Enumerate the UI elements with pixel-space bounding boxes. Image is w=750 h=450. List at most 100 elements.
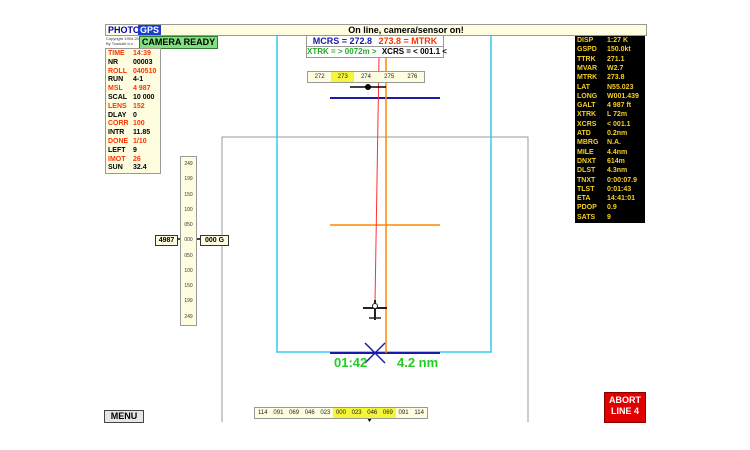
- crosstrack-tape-label: 046: [304, 410, 315, 416]
- info-key: DONE: [108, 138, 129, 145]
- info-key: PDOP: [577, 204, 597, 212]
- course-tape-label: 276: [407, 74, 418, 80]
- crosstrack-tape-label: 091: [273, 410, 284, 416]
- course-tape-label: 275: [384, 74, 395, 80]
- info-value: 271.1: [607, 55, 625, 63]
- info-key: TNXT: [577, 176, 596, 184]
- info-value: N55.023: [607, 83, 634, 91]
- info-key: CORR: [108, 120, 129, 128]
- info-key: LENS: [108, 102, 127, 110]
- info-key: GALT: [577, 102, 596, 110]
- info-value: 10 000: [133, 94, 155, 101]
- course-tape-label: 274: [360, 74, 371, 80]
- altitude-scale-label: 050: [184, 222, 193, 229]
- info-value: 1:27 K: [607, 37, 629, 44]
- altitude-scale-label: 100: [184, 206, 193, 213]
- altitude-scale-label: 199: [184, 298, 193, 305]
- info-value: 9: [133, 146, 137, 154]
- info-value: N.A.: [607, 139, 621, 147]
- info-key: XTRK: [577, 111, 597, 119]
- gps-info-panel: DISP 1:27 K GSPD 150.0kt TTRK 271.1 MVAR W2.7 MT…: [575, 36, 645, 223]
- crosstrack-tape-label: 046: [364, 408, 381, 418]
- crosstrack-tape-label: 069: [380, 408, 396, 418]
- info-value: 152: [133, 102, 145, 110]
- info-value: 100: [133, 120, 145, 128]
- distance-remaining: 4.2 nm: [397, 355, 439, 370]
- info-key: IMOT: [108, 155, 126, 163]
- crosstrack-tape-label: 023: [320, 410, 331, 416]
- info-key: ATD: [577, 130, 591, 137]
- course-tape: 272 273 274 275 276: [307, 71, 425, 83]
- crosstrack-tape: 114 091 069 046 023 000 023 046 069 091 114: [254, 407, 428, 419]
- info-value: 4 987 ft: [607, 102, 632, 110]
- info-key: ROLL: [108, 67, 128, 75]
- xtrk-value: XTRK = > 0072m >: [307, 47, 377, 56]
- crosstrack-tape-label: 069: [289, 410, 300, 416]
- info-key: TLST: [577, 185, 595, 193]
- info-value: 273.8: [607, 74, 625, 82]
- altitude-scale-label: 199: [184, 176, 193, 183]
- info-key: MVAR: [577, 64, 598, 72]
- altitude-scale-label: 100: [184, 267, 193, 274]
- info-key: DLAY: [108, 111, 127, 119]
- info-value: 150.0kt: [607, 46, 631, 54]
- crosstrack-tape-label: 000: [333, 408, 349, 418]
- info-key: SATS: [577, 213, 596, 221]
- crosstrack-tape-label: 114: [414, 410, 424, 416]
- course-indicator-dot: [365, 84, 371, 90]
- abort-label: ABORT: [609, 395, 641, 405]
- crosstrack-readout: XTRK = > 0072m > XCRS = < 001.1 <: [306, 46, 447, 58]
- crosstrack-tape-label: 091: [398, 410, 409, 416]
- info-value: 4 987: [133, 85, 151, 93]
- info-key: XCRS: [577, 120, 597, 128]
- info-value: 0.2nm: [607, 130, 628, 137]
- course-tape-label: 273: [331, 72, 355, 82]
- crosstrack-tape-label: 114: [258, 410, 268, 416]
- info-key: LONG: [577, 92, 598, 100]
- g-force-value: 000 G: [200, 235, 229, 246]
- info-value: 32.4: [133, 164, 147, 172]
- info-key: MILE: [577, 148, 594, 156]
- info-value: 0.9: [607, 204, 617, 212]
- info-value: W2.7: [607, 64, 624, 72]
- altitude-scale-label: 150: [184, 191, 193, 198]
- xcrs-value: XCRS = < 001.1 <: [381, 47, 447, 56]
- info-value: 00003: [133, 58, 153, 66]
- info-value: 11.85: [133, 129, 151, 137]
- info-key: GSPD: [577, 46, 597, 54]
- info-key: INTR: [108, 129, 125, 137]
- info-key: MBRG: [577, 139, 599, 147]
- altitude-scale: 249 199 150 100 050 000 050 100 150 199 249: [180, 156, 197, 326]
- copyright-notice: Copyright 1994-2008 By TrackAir b.v.: [106, 36, 143, 46]
- tab-gps[interactable]: GPS: [138, 25, 162, 35]
- heading-line: [374, 56, 380, 304]
- info-key: TTRK: [577, 55, 596, 63]
- info-value: 26: [133, 155, 141, 163]
- altitude-scale-label: 000: [184, 237, 193, 244]
- info-value: 14:41:01: [607, 195, 636, 203]
- altitude-scale-label: 249: [184, 161, 193, 167]
- info-key: ETA: [577, 195, 591, 203]
- info-key: DLST: [577, 167, 596, 175]
- mcrs-value: MCRS = 272.8: [312, 36, 372, 46]
- info-key: TIME: [108, 50, 125, 57]
- abort-line-button[interactable]: ABORT LINE 4: [604, 392, 646, 423]
- info-key: SUN: [108, 164, 123, 172]
- eta-time: 01:42: [334, 355, 368, 370]
- info-value: 0: [133, 111, 137, 119]
- info-value: 614m: [607, 157, 625, 165]
- altitude-scale-label: 050: [184, 252, 193, 259]
- info-key: SCAL: [108, 94, 128, 101]
- info-key: MTRK: [577, 74, 598, 82]
- menu-button[interactable]: MENU: [104, 410, 144, 423]
- info-key: NR: [108, 58, 119, 66]
- copyright-line: By TrackAir b.v.: [106, 41, 134, 46]
- info-key: RUN: [108, 76, 124, 84]
- course-tape-label: 272: [314, 74, 325, 80]
- mtrk-value: 273.8 = MTRK: [378, 36, 438, 46]
- mission-info-panel: TIME 14:39 NR 00003 ROLL 040510 RUN 4-1 MSL 4 987…: [105, 48, 161, 174]
- info-key: DISP: [577, 37, 594, 44]
- info-key: DNXT: [577, 157, 597, 165]
- altitude-scale-label: 150: [184, 283, 193, 290]
- info-value: 0:01:43: [607, 185, 632, 193]
